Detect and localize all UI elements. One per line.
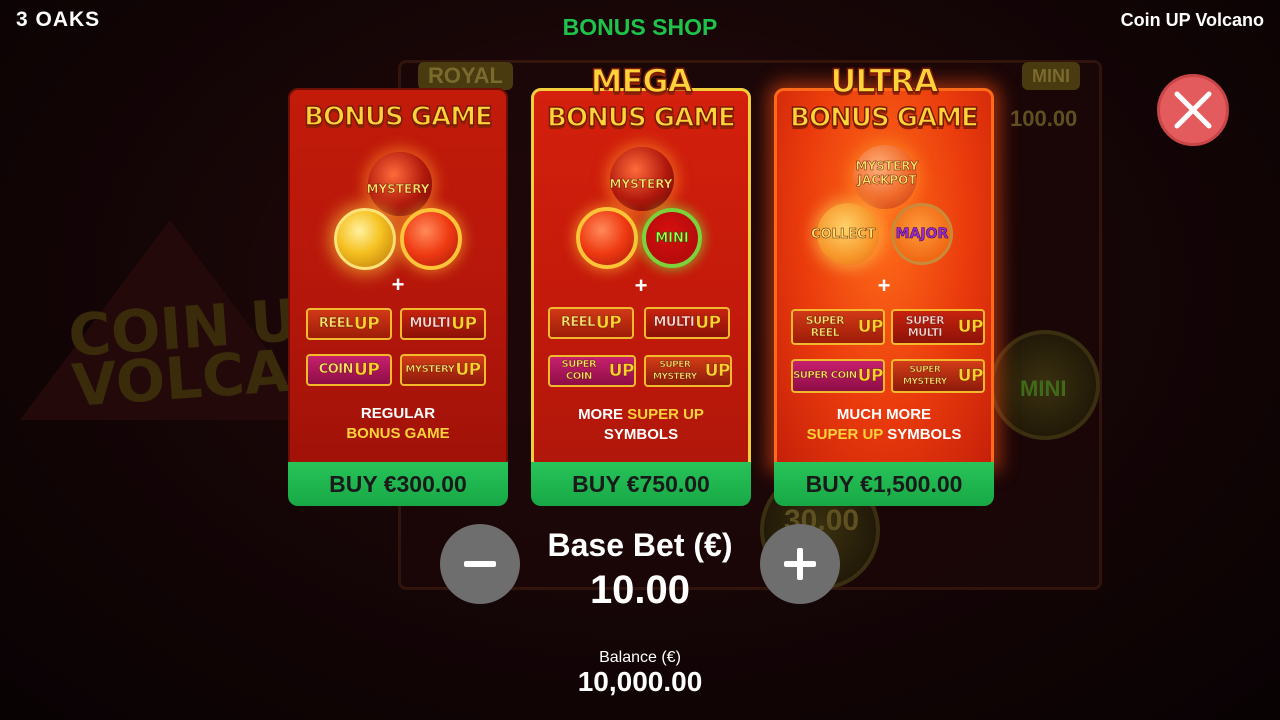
mystery-orb-label: MYSTERY [366,182,430,197]
ultra-bonus-game-card[interactable]: BONUS GAME MYSTERY JACKPOT MAJOR COLLECT… [774,61,994,506]
buy-ultra-bonus-game-button[interactable]: BUY €1,500.00 [774,462,994,506]
bonus-game-card[interactable]: BONUS GAME MYSTERY + REEL UP MULTI UP COIN… [288,88,508,506]
decrease-bet-button[interactable] [440,524,520,604]
increase-bet-button[interactable] [760,524,840,604]
page-title: BONUS SHOP [562,14,718,40]
major-coin-icon: MAJOR [891,203,953,265]
plus-icon [784,548,816,580]
buy-bonus-game-button[interactable]: BUY €300.00 [288,462,508,506]
game-name: Coin UP Volcano [1120,10,1264,30]
card-heading: BONUS GAME [546,102,736,134]
background-jackpot-value: 100.00 [1010,106,1078,131]
card-description: MORE SUPER UP SYMBOLS [578,406,704,443]
mega-bonus-game-card[interactable]: BONUS GAME MYSTERY MINI + REEL UP MULTI UP… [531,61,751,506]
close-button[interactable] [1157,74,1229,146]
card-panel: BONUS GAME MYSTERY JACKPOT MAJOR COLLECT… [774,88,994,466]
super-multi-up-symbol: SUPER MULTI UP [891,309,985,345]
balance-label: Balance (€) [599,649,681,666]
background-coin-label: MINI [1020,376,1067,401]
buy-mega-bonus-game-button[interactable]: BUY €750.00 [531,462,751,506]
card-heading: BONUS GAME [789,102,979,134]
background-jackpot-royal: ROYAL [418,62,513,90]
mini-coin-icon: MINI [642,208,702,268]
card-tier-label: MEGA [590,61,693,101]
super-coin-up-symbol: SUPER COIN UP [791,359,885,393]
gold-coin-icon [334,208,396,270]
collect-label: COLLECT [811,227,876,243]
card-panel: BONUS GAME MYSTERY + REEL UP MULTI UP COIN… [288,88,508,466]
super-coin-up-symbol: SUPER COIN UP [548,355,636,387]
red-coin-icon [576,207,638,269]
card-description: REGULAR BONUS GAME [346,405,450,442]
base-bet-label: Base Bet (€) [547,527,733,563]
minus-icon [464,561,496,567]
mystery-jackpot-label: MYSTERY JACKPOT [855,159,919,188]
super-mystery-up-symbol: SUPER MYSTERY UP [891,359,985,393]
super-reel-up-symbol: SUPER REEL UP [791,309,885,345]
card-panel: BONUS GAME MYSTERY MINI + REEL UP MULTI UP… [531,88,751,466]
coin-up-symbol: COIN UP [306,354,392,386]
multi-up-symbol: MULTI UP [400,308,486,340]
super-mystery-up-symbol: SUPER MYSTERY UP [644,355,732,387]
balance-value: 10,000.00 [577,666,703,697]
card-tier-label: ULTRA [830,61,940,101]
multi-up-symbol: MULTI UP [644,307,730,339]
card-description: MUCH MORE SUPER UP SYMBOLS [806,406,962,443]
mystery-up-symbol: MYSTERY UP [400,354,486,386]
plus-icon: + [877,273,891,298]
reel-up-symbol: REEL UP [306,308,392,340]
reel-up-symbol: REEL UP [548,307,634,339]
mystery-orb-label: MYSTERY [609,177,673,192]
plus-icon: + [391,272,405,297]
card-heading: BONUS GAME [303,101,493,133]
plus-icon: + [634,273,648,298]
close-icon [1174,91,1212,129]
base-bet-value: 10.00 [589,568,691,612]
background-jackpot-mini: MINI [1022,62,1080,90]
red-coin-icon [400,208,462,270]
